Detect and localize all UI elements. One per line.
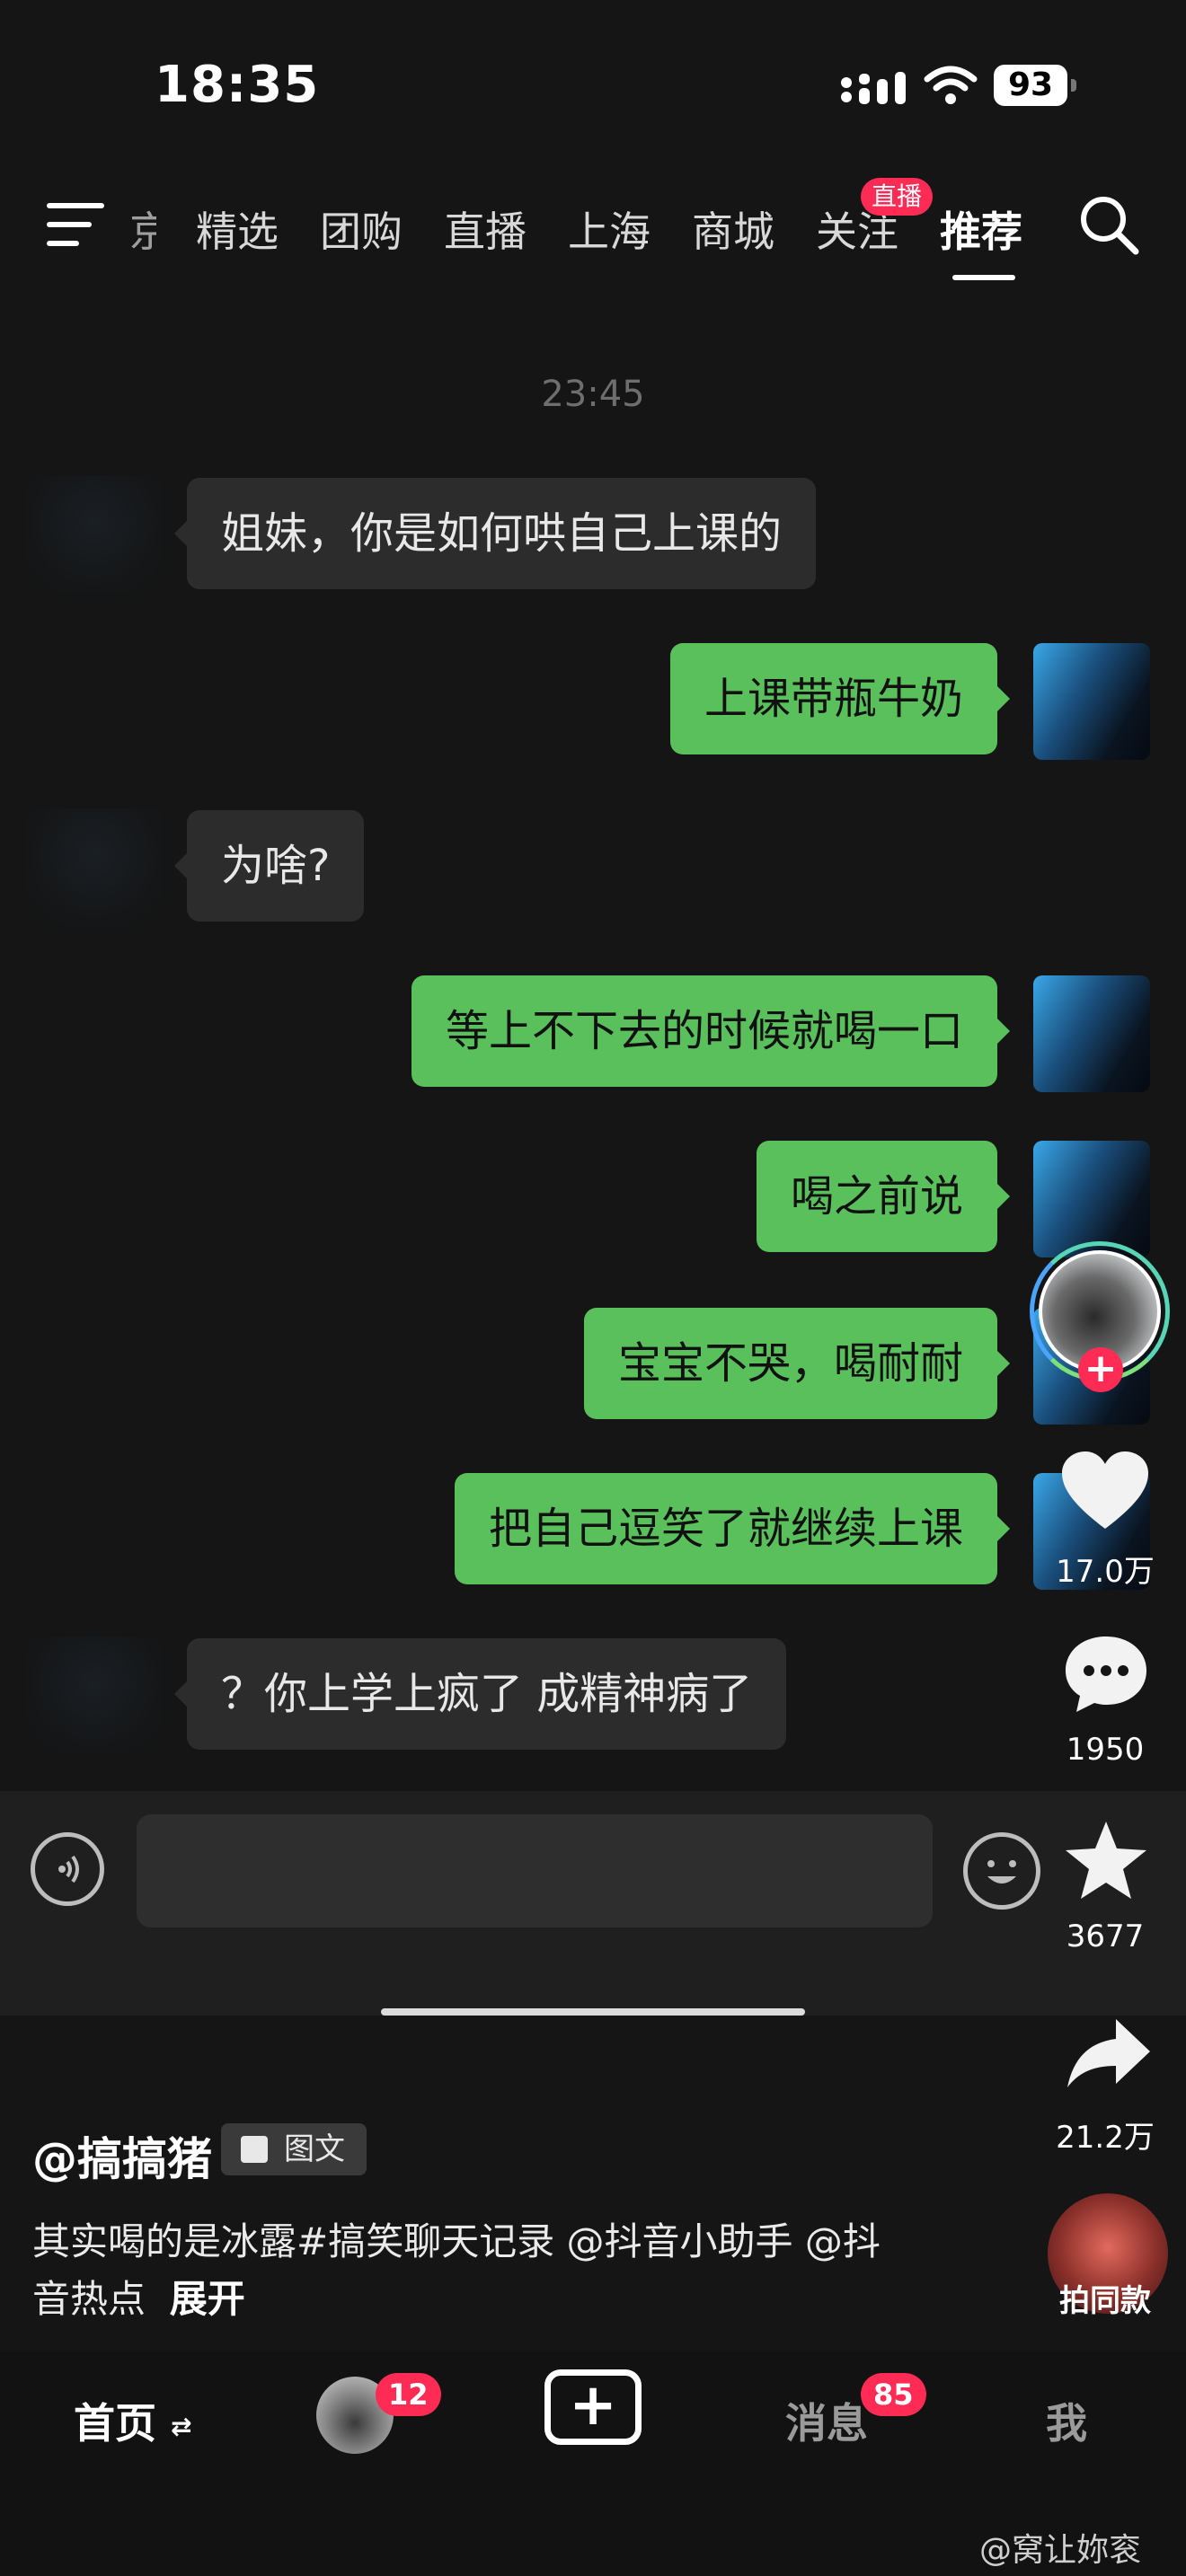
tab-shangcheng[interactable]: 商城 (692, 199, 774, 259)
chat-input-box (137, 1814, 933, 1928)
chat-timestamp: 23:45 (541, 374, 645, 415)
tab-tuijian[interactable]: 推荐 (940, 199, 1022, 259)
heart-icon[interactable] (1060, 1450, 1150, 1532)
watermark: @窝让妳衮 (979, 2532, 1142, 2569)
author-name[interactable]: @搞搞猪 (32, 2123, 212, 2188)
message-bubble: 把自己逗笑了就继续上课 (454, 1473, 1011, 1584)
post-caption: 其实喝的是冰露#搞笑聊天记录 @抖音小助手 @抖 音热点 展开 (32, 2213, 931, 2328)
tab-shanghai[interactable]: 上海 (568, 199, 651, 259)
emoji-icon (963, 1832, 1040, 1910)
tab-zhibo[interactable]: 直播 (444, 199, 527, 259)
cellular-signal-icon (841, 72, 906, 104)
comment-count: 1950 (1066, 1732, 1145, 1768)
tab-me[interactable]: 我 (1046, 2391, 1087, 2450)
self-avatar (1033, 643, 1150, 760)
live-badge: 直播 (861, 178, 934, 216)
friends-badge: 12 (376, 2373, 441, 2416)
message-bubble: 姐妹，你是如何哄自己上课的 (173, 478, 817, 589)
image-post-icon (241, 2136, 268, 2163)
wifi-icon (924, 66, 978, 104)
tab-messages[interactable]: 消息 (785, 2391, 868, 2450)
message-bubble: 等上不下去的时候就喝一口 (411, 975, 1011, 1087)
expand-link[interactable]: 展开 (170, 2277, 245, 2321)
battery-indicator: 93 (994, 65, 1076, 106)
share-icon[interactable] (1066, 2016, 1152, 2091)
message-bubble: 为啥? (173, 810, 365, 922)
message-bubble: 喝之前说 (756, 1141, 1011, 1252)
caption-line-2: 音热点 展开 (32, 2271, 931, 2328)
tab-jing[interactable]: 京 (129, 199, 156, 259)
message-bubble: ？你上学上疯了 成精神病了 (173, 1638, 787, 1750)
tab-tuangou[interactable]: 团购 (320, 199, 403, 259)
tab-jingxuan[interactable]: 精选 (196, 199, 279, 259)
favorite-count: 3677 (1066, 1919, 1145, 1954)
status-time: 18:35 (155, 56, 320, 114)
share-count: 21.2万 (1056, 2120, 1155, 2156)
comment-icon[interactable] (1062, 1633, 1150, 1716)
message-bubble: 上课带瓶牛奶 (669, 643, 1011, 754)
menu-icon[interactable] (47, 201, 104, 248)
sheet-handle (381, 2008, 805, 2016)
message-bubble: 宝宝不哭，喝耐耐 (583, 1308, 1011, 1419)
star-icon[interactable] (1062, 1818, 1150, 1902)
self-avatar (1033, 1141, 1150, 1257)
messages-badge: 85 (861, 2373, 926, 2416)
caption-line-1: 其实喝的是冰露#搞笑聊天记录 @抖音小助手 @抖 (32, 2219, 881, 2263)
active-tab-indicator (952, 275, 1015, 280)
caption-line-2-text: 音热点 (32, 2277, 146, 2321)
other-avatar (27, 808, 162, 925)
other-avatar (27, 476, 162, 593)
self-avatar (1033, 975, 1150, 1092)
voice-icon (31, 1832, 104, 1906)
same-style-label[interactable]: 拍同款 (1042, 2276, 1168, 2320)
tab-home-label: 首页 (74, 2399, 156, 2448)
like-count: 17.0万 (1056, 1554, 1155, 1590)
search-icon[interactable] (1078, 194, 1141, 257)
other-avatar (27, 1636, 162, 1753)
create-post-button[interactable]: + (544, 2369, 642, 2445)
follow-plus-icon[interactable]: + (1078, 1347, 1123, 1392)
tab-home[interactable]: 首页 ⇄ (74, 2391, 191, 2450)
refresh-arrows-icon: ⇄ (171, 2412, 192, 2441)
